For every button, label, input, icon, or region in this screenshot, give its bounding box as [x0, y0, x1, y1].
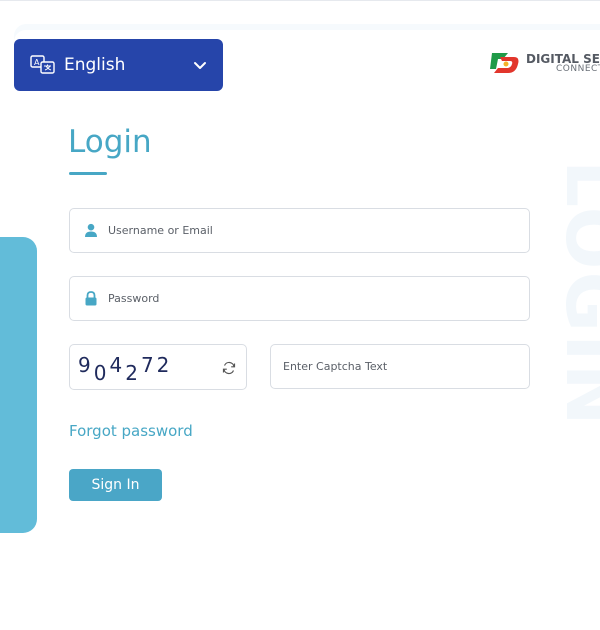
chevron-down-icon: [194, 61, 206, 69]
forgot-password-link[interactable]: Forgot password: [69, 422, 193, 440]
brand-logo: DIGITAL SEVA CONNECT: [486, 49, 600, 77]
captcha-char: 9: [78, 353, 94, 377]
sign-in-button[interactable]: Sign In: [69, 469, 162, 501]
translate-icon: A: [30, 55, 55, 74]
svg-text:A: A: [34, 58, 40, 67]
captcha-char: 2: [156, 353, 173, 377]
captcha-image-text: 904272: [78, 353, 173, 385]
login-card: [14, 30, 600, 630]
username-input[interactable]: [108, 224, 529, 237]
page-title: Login: [68, 124, 152, 160]
brand-title: DIGITAL SEVA: [526, 51, 600, 66]
captcha-char: 4: [109, 353, 126, 377]
user-icon: [85, 223, 97, 237]
background-watermark: LOGIN: [555, 160, 600, 428]
password-input[interactable]: [108, 292, 529, 305]
captcha-display: 904272: [69, 344, 247, 390]
digital-seva-logo-icon: [490, 53, 519, 73]
captcha-field[interactable]: [270, 344, 530, 389]
title-underline: [69, 172, 107, 175]
password-field[interactable]: [69, 276, 530, 321]
refresh-captcha-icon[interactable]: [222, 361, 236, 375]
username-field[interactable]: [69, 208, 530, 253]
captcha-char: 7: [140, 353, 157, 377]
captcha-char: 0: [93, 361, 110, 385]
top-divider: [0, 0, 600, 1]
language-label: English: [64, 55, 126, 75]
brand-subtitle: CONNECT: [556, 63, 600, 74]
captcha-input[interactable]: [283, 360, 529, 373]
side-accent-panel: [0, 237, 37, 533]
captcha-char: 2: [125, 361, 141, 385]
language-selector[interactable]: A English: [14, 39, 223, 91]
lock-icon: [85, 291, 97, 306]
